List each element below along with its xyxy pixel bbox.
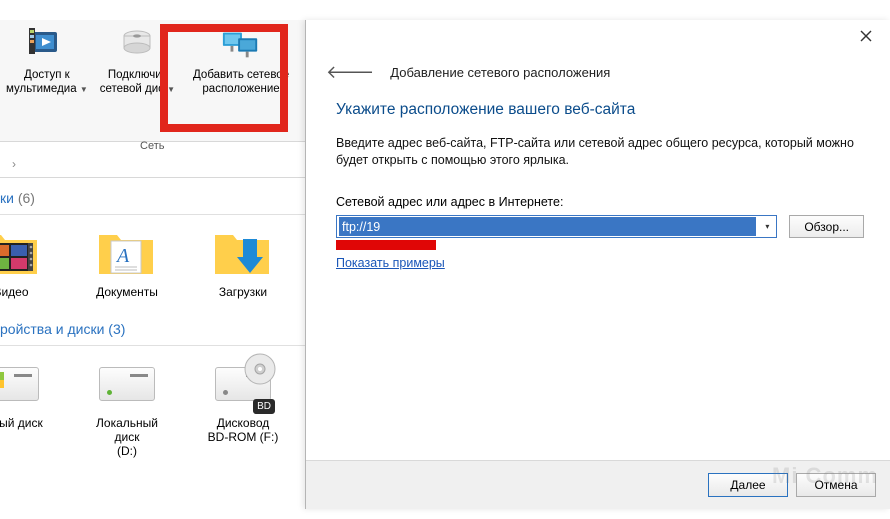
svg-text:A: A [115, 245, 130, 267]
next-button[interactable]: Далее [708, 473, 788, 497]
dialog-heading: Укажите расположение вашего веб-сайта [336, 101, 864, 119]
folder-label: Видео [0, 285, 29, 299]
dialog-title: Добавление сетевого расположения [390, 65, 610, 80]
device-local-disk-d[interactable]: Локальный диск(D:) [82, 356, 172, 458]
ribbon-item-add-network-location[interactable]: Добавить сетевоерасположение [181, 20, 301, 112]
chevron-right-icon: › [6, 157, 22, 171]
network-address-input[interactable] [339, 217, 756, 236]
back-arrow-icon[interactable]: 🡐 [326, 62, 374, 83]
ribbon-label: Доступ к [24, 69, 70, 81]
ribbon-label: Подключит [108, 69, 167, 81]
show-examples-link[interactable]: Показать примеры [336, 256, 445, 270]
dialog-paragraph: Введите адрес веб-сайта, FTP-сайта или с… [336, 135, 864, 169]
redaction-overlay [336, 240, 436, 250]
chevron-down-icon: ▼ [80, 85, 88, 94]
network-location-icon [221, 24, 261, 64]
dialog-footer: Далее Отмена [306, 460, 890, 509]
close-button[interactable] [846, 22, 886, 50]
network-address-combo[interactable]: ▾ [336, 215, 777, 238]
folder-label: Документы [96, 285, 158, 299]
drive-icon [117, 24, 157, 64]
optical-drive-icon: BD [213, 356, 273, 412]
folder-downloads[interactable]: Загрузки [198, 225, 288, 299]
device-bdrom[interactable]: BD ДисководBD-ROM (F:) [198, 356, 288, 444]
browse-button[interactable]: Обзор... [789, 215, 864, 238]
add-network-location-dialog: 🡐 Добавление сетевого расположения Укажи… [305, 20, 890, 509]
folder-label: Загрузки [219, 285, 267, 299]
disk-icon [97, 356, 157, 412]
chevron-down-icon: ▼ [167, 85, 175, 94]
field-label: Сетевой адрес или адрес в Интернете: [336, 195, 864, 209]
device-label: Локальный диск [96, 416, 158, 444]
device-label: Дисковод [217, 416, 270, 430]
folder-documents-icon: A [97, 225, 157, 281]
dialog-titlebar [306, 20, 890, 52]
bd-badge: BD [253, 399, 275, 414]
ribbon-item-map-drive[interactable]: Подключитсетевой дис ▼ [94, 20, 181, 112]
folder-video-icon [0, 225, 41, 281]
folder-documents[interactable]: A Документы [82, 225, 172, 299]
folder-videos[interactable]: Видео [0, 225, 56, 299]
ribbon-label: Добавить сетевое [193, 69, 289, 81]
folder-downloads-icon [213, 225, 273, 281]
cancel-button[interactable]: Отмена [796, 473, 876, 497]
device-local-disk-c[interactable]: льный диск [0, 356, 56, 430]
chevron-down-icon[interactable]: ▾ [758, 216, 776, 237]
disk-icon [0, 356, 41, 412]
multimedia-icon [27, 24, 67, 64]
device-label: льный диск [0, 416, 43, 430]
ribbon-item-media-access[interactable]: Доступ кмультимедиа ▼ [0, 20, 94, 112]
